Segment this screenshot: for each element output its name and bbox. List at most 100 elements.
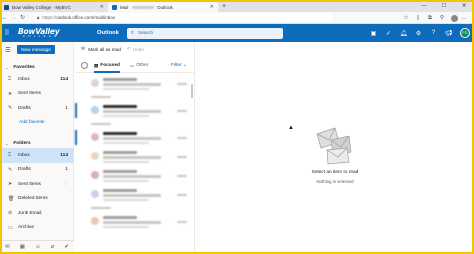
- lock-icon: 🔒︎: [37, 15, 40, 20]
- refresh-icon[interactable]: ↻: [18, 14, 27, 21]
- trash-icon: 🗑︎: [8, 195, 15, 202]
- select-all-checkbox[interactable]: [81, 62, 88, 69]
- favorites-star-icon[interactable]: ☆: [400, 15, 412, 21]
- message-rows: [75, 74, 195, 254]
- redacted-text: [103, 221, 161, 224]
- redacted-text: [103, 142, 149, 144]
- chevron-down-icon: ⌄: [5, 64, 9, 70]
- filter-button[interactable]: Filter ⌄: [171, 63, 187, 68]
- mark-all-read-button[interactable]: Mark all as read: [88, 47, 121, 52]
- redacted-text: [177, 137, 187, 139]
- inbox-icon: ⎕: [8, 76, 12, 83]
- list-item[interactable]: [75, 185, 195, 204]
- search-box[interactable]: ⌕ Search: [126, 27, 283, 39]
- notifications-icon[interactable]: 🔔︎: [396, 30, 411, 37]
- browser-tab-outlook[interactable]: Mail Outlook ✕: [108, 2, 218, 12]
- tasks-icon[interactable]: ✔: [64, 244, 69, 250]
- minimize-button[interactable]: —: [414, 0, 434, 12]
- calendar-icon[interactable]: ▦: [20, 244, 25, 250]
- tab-focused[interactable]: ▤ Focused: [94, 59, 120, 73]
- nav-label: Drafts: [18, 167, 31, 173]
- folder-item-archive[interactable]: ▭ Archive: [0, 221, 74, 236]
- redacted-text: [103, 83, 161, 86]
- favorite-item-drafts[interactable]: ✎ Drafts 1: [0, 101, 74, 116]
- list-item[interactable]: [75, 101, 195, 120]
- settings-gear-icon[interactable]: ⚙: [411, 30, 426, 37]
- drafts-icon: ✎: [8, 166, 13, 173]
- megaphone-icon[interactable]: 📢︎: [441, 30, 456, 37]
- list-item[interactable]: [75, 128, 195, 147]
- redacted-text: [103, 132, 137, 135]
- app-name[interactable]: Outlook: [97, 30, 119, 36]
- more-icon[interactable]: ⋮: [63, 181, 68, 187]
- redacted-text: [103, 161, 149, 163]
- redacted-text: [177, 194, 187, 196]
- folder-item-deleted[interactable]: 🗑︎ Deleted Items: [0, 192, 74, 207]
- nav-label: Archive: [18, 225, 34, 231]
- app-launcher-icon[interactable]: ⠿: [0, 29, 14, 37]
- redacted-text: [103, 194, 161, 197]
- archive-icon: ▭: [8, 224, 13, 231]
- close-tab-icon[interactable]: ✕: [100, 4, 104, 10]
- people-icon[interactable]: ☺: [35, 244, 41, 250]
- reading-pane-subtitle: Nothing is selected: [316, 179, 354, 184]
- new-tab-button[interactable]: +: [222, 2, 226, 12]
- nav-label: Inbox: [18, 76, 30, 82]
- folders-heading[interactable]: ⌄ Folders: [0, 138, 74, 148]
- redacted-text: [91, 95, 111, 99]
- list-item[interactable]: [75, 212, 195, 231]
- mail-icon[interactable]: ✉: [5, 244, 10, 250]
- folder-item-junk[interactable]: ⊘ Junk Email: [0, 206, 74, 221]
- collections-icon[interactable]: ⧉: [424, 15, 436, 22]
- forward-arrow-icon[interactable]: →: [9, 15, 18, 21]
- redacted-text: [131, 5, 154, 9]
- todo-icon[interactable]: ✓: [381, 30, 396, 37]
- favorite-item-sent[interactable]: ➤ Sent Items: [0, 87, 74, 102]
- nav-label: Sent Items: [18, 181, 41, 187]
- close-tab-icon[interactable]: ✕: [210, 4, 214, 10]
- command-bar: ✉ Mark all as read ↶ Undo: [75, 42, 195, 56]
- undo-button[interactable]: Undo: [133, 47, 144, 52]
- new-message-button[interactable]: New message: [17, 45, 55, 54]
- folder-item-sent[interactable]: ➤ Sent Items ⋮: [0, 177, 74, 192]
- extensions-icon[interactable]: ⚲: [436, 15, 448, 21]
- redacted-text: [103, 110, 161, 113]
- mark-read-icon: ✉: [81, 46, 86, 52]
- redacted-text: [177, 175, 187, 177]
- back-arrow-icon[interactable]: ←: [0, 15, 9, 21]
- profile-avatar[interactable]: [451, 14, 458, 22]
- add-favorite-link[interactable]: Add favorite: [0, 116, 74, 131]
- list-item[interactable]: [75, 147, 195, 166]
- list-item[interactable]: [75, 166, 195, 185]
- browser-tab-mybvc[interactable]: Bow Valley College - MyBVC ✕: [0, 2, 108, 12]
- list-item[interactable]: [75, 74, 195, 93]
- avatar[interactable]: FG: [460, 28, 470, 38]
- junk-icon: ⊘: [8, 210, 13, 217]
- meet-now-icon[interactable]: ▣: [366, 30, 381, 37]
- avatar: [91, 217, 99, 225]
- redacted-text: [103, 175, 161, 178]
- bow-valley-logo[interactable]: BowValley C O L L E G E: [14, 24, 92, 42]
- maximize-button[interactable]: ☐: [434, 0, 454, 12]
- bvc-favicon-icon: [4, 4, 9, 10]
- redacted-text: [177, 156, 187, 158]
- favorite-item-inbox[interactable]: ⎕ Inbox 114: [0, 72, 74, 87]
- help-icon[interactable]: ?: [426, 30, 441, 36]
- folder-item-drafts[interactable]: ✎ Drafts 1: [0, 163, 74, 178]
- redacted-text: [177, 110, 187, 112]
- avatar: [91, 171, 99, 179]
- close-window-button[interactable]: ✕: [454, 0, 474, 12]
- more-options-icon[interactable]: …: [458, 15, 470, 21]
- attach-icon[interactable]: ⌀: [51, 244, 54, 250]
- nav-label: Junk Email: [18, 210, 42, 216]
- address-bar[interactable]: 🔒︎ https:// outlook.office.com/mail/inbo…: [33, 13, 333, 22]
- folder-pane: ☰ New message ⌄ Favorites ⎕ Inbox 114 ➤ …: [0, 42, 74, 254]
- favorites-heading[interactable]: ⌄ Favorites: [0, 62, 74, 72]
- nav-label: Sent Items: [18, 91, 41, 97]
- hamburger-menu-icon[interactable]: ☰: [5, 46, 11, 54]
- split-screen-icon[interactable]: ▯: [412, 15, 424, 21]
- redacted-text: [103, 216, 137, 219]
- group-header: [75, 204, 195, 212]
- tab-other[interactable]: ▭ Other: [130, 59, 148, 73]
- folder-item-inbox[interactable]: ⎕ Inbox 114: [0, 148, 74, 163]
